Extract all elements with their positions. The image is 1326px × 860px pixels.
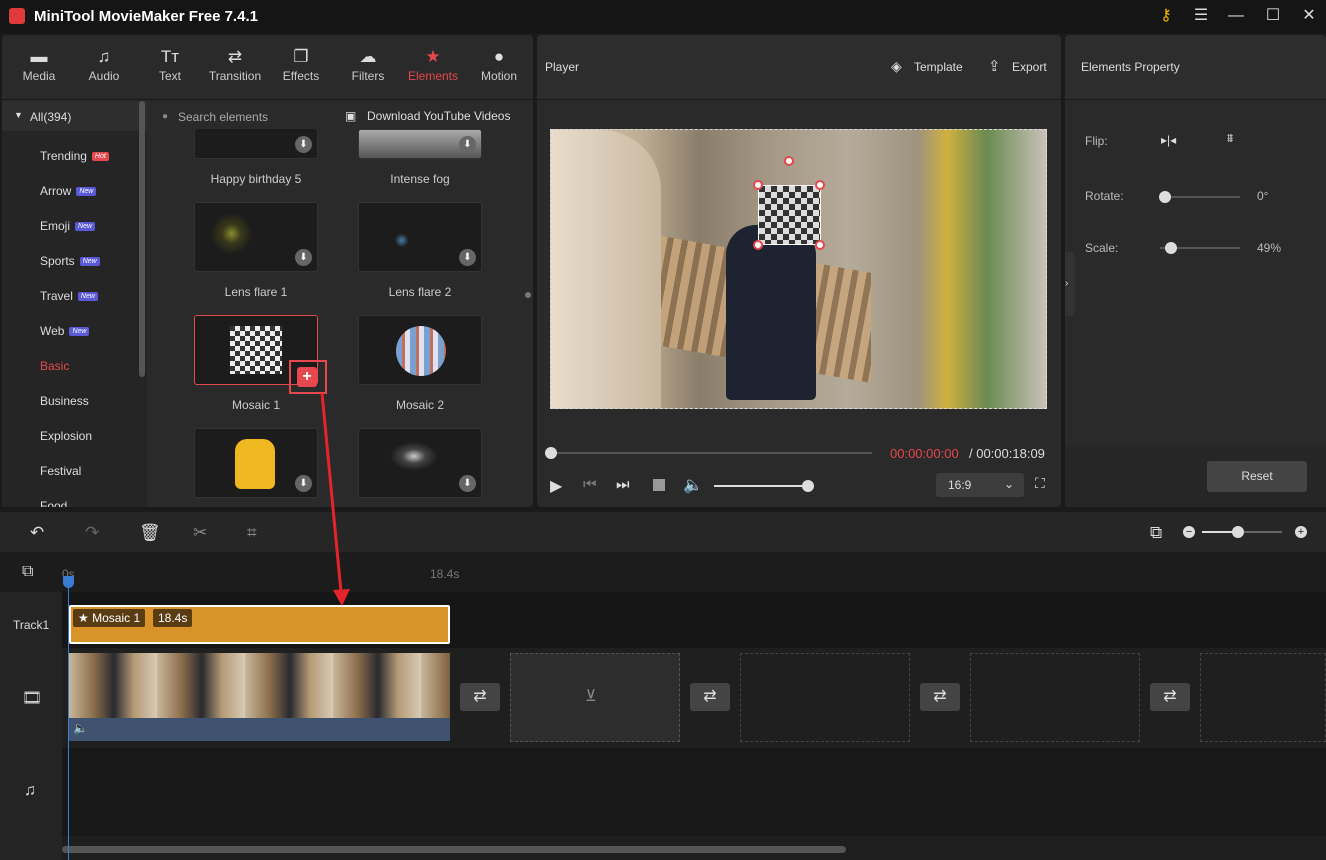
annotation-arrow bbox=[320, 392, 350, 606]
